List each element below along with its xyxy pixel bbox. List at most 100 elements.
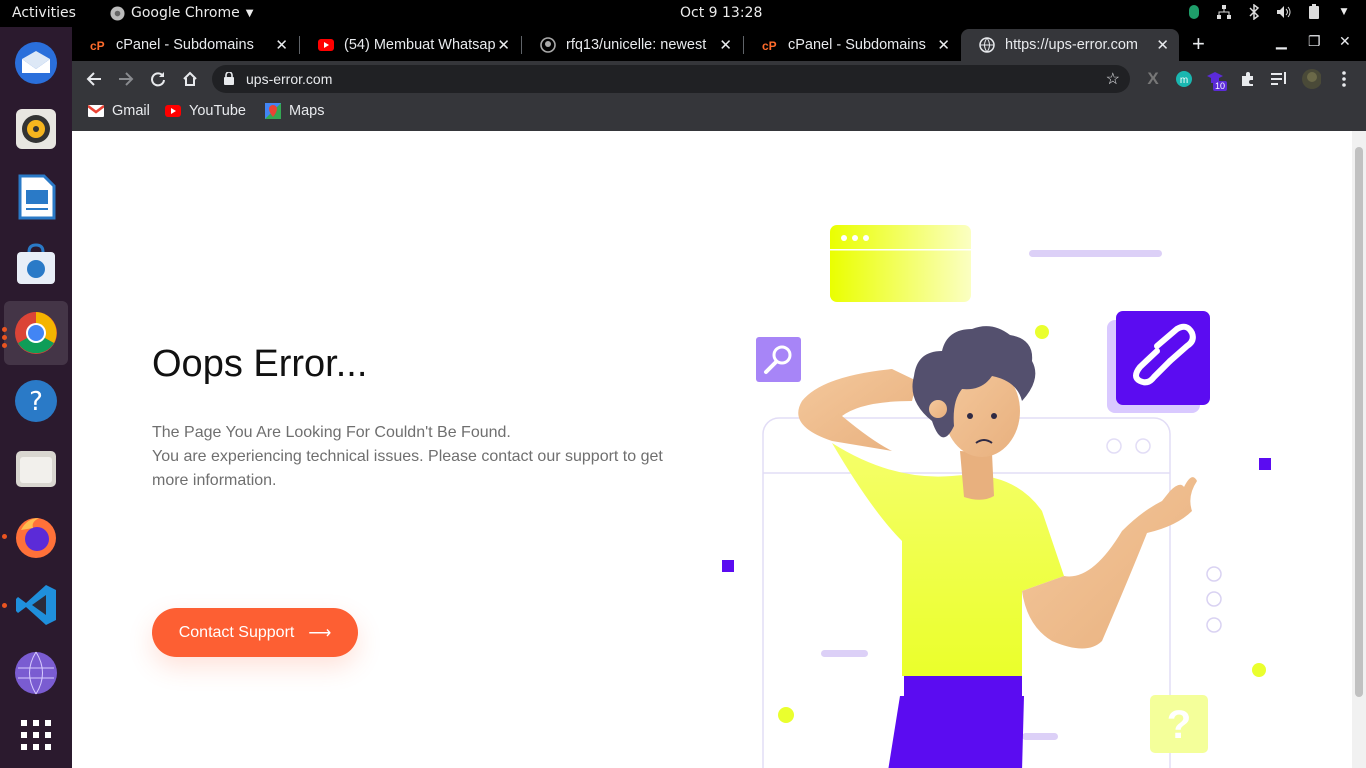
bookmark-youtube[interactable]: YouTube [165, 103, 246, 119]
chrome-dock-icon[interactable] [4, 301, 68, 365]
cpanel-icon: cP [762, 37, 778, 53]
minimize-icon[interactable]: ▁ [1276, 33, 1287, 50]
activities-button[interactable]: Activities [12, 5, 76, 21]
software-center-icon[interactable] [4, 233, 68, 297]
home-icon[interactable] [179, 68, 201, 90]
error-description: The Page You Are Looking For Couldn't Be… [152, 421, 692, 493]
bookmark-label: Maps [289, 103, 325, 119]
svg-text:cP: cP [90, 39, 105, 51]
svg-text:cP: cP [762, 39, 777, 51]
close-tab-icon[interactable]: ✕ [937, 36, 950, 54]
tab-title: cPanel - Subdomains [788, 37, 926, 53]
profile-avatar[interactable] [1301, 69, 1321, 89]
broken-link-icon [1116, 311, 1210, 405]
firefox-icon[interactable] [4, 505, 68, 569]
browser-toolbar: ups-error.com ☆ X m 10 [72, 61, 1366, 97]
thunderbird-icon[interactable] [4, 31, 68, 95]
description-line-1: The Page You Are Looking For Couldn't Be… [152, 424, 511, 441]
arrow-right-icon: ⟶ [308, 624, 332, 642]
github-icon [540, 37, 556, 53]
maps-icon [265, 103, 281, 119]
x-extension-icon[interactable]: X [1143, 69, 1163, 89]
bookmarks-bar: Gmail YouTube Maps [72, 97, 1366, 131]
battery-icon[interactable] [1306, 4, 1322, 20]
chrome-menu-icon[interactable] [1334, 69, 1354, 89]
extensions-puzzle-icon[interactable] [1238, 69, 1258, 89]
chrome-small-icon [110, 5, 125, 21]
extension-badge: 10 [1213, 81, 1228, 91]
youtube-icon [318, 37, 334, 53]
libreoffice-writer-icon[interactable] [4, 165, 68, 229]
running-indicator [2, 603, 7, 608]
files-icon[interactable] [4, 437, 68, 501]
search-icon [756, 337, 801, 382]
power-menu-icon[interactable]: ▼ [1336, 4, 1352, 20]
web-app-icon[interactable] [4, 641, 68, 705]
media-controls-icon[interactable] [1269, 69, 1289, 89]
globe-icon [979, 37, 995, 53]
page-title: Oops Error... [152, 343, 368, 385]
app-menu[interactable]: Google Chrome ▼ [110, 5, 253, 21]
tab-title: rfq13/unicelle: newest [566, 37, 707, 53]
tab-github-repo[interactable]: rfq13/unicelle: newest ✕ [522, 29, 742, 61]
gmail-icon [88, 105, 104, 117]
svg-text:m: m [1180, 75, 1188, 86]
contact-support-label: Contact Support [178, 623, 295, 641]
browser-window: cP cPanel - Subdomains ✕ (54) Membuat Wh… [72, 27, 1366, 131]
scrollbar-thumb[interactable] [1355, 147, 1363, 697]
close-tab-icon[interactable]: ✕ [497, 36, 510, 54]
show-applications-icon[interactable] [4, 703, 68, 767]
m-extension-icon[interactable]: m [1174, 69, 1194, 89]
address-bar[interactable]: ups-error.com ☆ [212, 65, 1130, 93]
running-indicator [2, 343, 7, 348]
tab-title: (54) Membuat Whatsap [344, 37, 496, 53]
tab-youtube-video[interactable]: (54) Membuat Whatsap ✕ [300, 29, 520, 61]
confused-person-illustration: ? [722, 225, 1271, 768]
cpanel-icon: cP [90, 37, 106, 53]
tab-strip: cP cPanel - Subdomains ✕ (54) Membuat Wh… [72, 27, 1366, 61]
close-tab-icon[interactable]: ✕ [719, 36, 732, 54]
bookmark-gmail[interactable]: Gmail [88, 103, 150, 119]
browser-window-card [830, 225, 971, 302]
extension-status-icon[interactable] [1186, 4, 1202, 20]
volume-icon[interactable] [1276, 4, 1292, 20]
chevron-down-icon: ▼ [245, 7, 254, 19]
system-top-bar: Activities Google Chrome ▼ Oct 9 13:28 ▼ [0, 0, 1366, 27]
tab-cpanel-subdomains-2[interactable]: cP cPanel - Subdomains ✕ [744, 29, 960, 61]
vscode-icon[interactable] [4, 573, 68, 637]
clock[interactable]: Oct 9 13:28 [680, 5, 762, 21]
system-tray[interactable]: ▼ [1186, 4, 1352, 20]
app-menu-label: Google Chrome [131, 5, 240, 21]
maximize-icon[interactable]: ❐ [1308, 33, 1321, 50]
tab-title: cPanel - Subdomains [116, 37, 254, 53]
bluetooth-icon[interactable] [1246, 4, 1262, 20]
tab-cpanel-subdomains[interactable]: cP cPanel - Subdomains ✕ [72, 29, 298, 61]
help-icon[interactable]: ? [4, 369, 68, 433]
close-tab-icon[interactable]: ✕ [275, 36, 288, 54]
tab-ups-error[interactable]: https://ups-error.com ✕ [961, 29, 1179, 61]
window-close-icon[interactable]: ✕ [1339, 33, 1351, 50]
network-icon[interactable] [1216, 4, 1232, 20]
tab-title: https://ups-error.com [1005, 37, 1138, 53]
forward-icon[interactable] [115, 68, 137, 90]
page-scrollbar[interactable] [1352, 131, 1366, 768]
bookmark-label: Gmail [112, 103, 150, 119]
bookmark-maps[interactable]: Maps [265, 103, 324, 119]
lock-icon[interactable] [224, 71, 234, 90]
question-mark: ? [1167, 703, 1191, 747]
decor-bar [1029, 250, 1162, 257]
new-tab-button[interactable]: + [1192, 31, 1205, 57]
bookmark-label: YouTube [189, 103, 246, 119]
url-text[interactable]: ups-error.com [246, 71, 332, 87]
reload-icon[interactable] [147, 68, 169, 90]
running-indicator [2, 534, 7, 539]
close-tab-icon[interactable]: ✕ [1156, 36, 1169, 54]
bookmark-star-icon[interactable]: ☆ [1106, 69, 1120, 89]
back-icon[interactable] [83, 68, 105, 90]
description-line-2: You are experiencing technical issues. P… [152, 448, 663, 489]
dock: ? [0, 27, 72, 768]
rhythmbox-icon[interactable] [4, 97, 68, 161]
contact-support-button[interactable]: Contact Support ⟶ [152, 608, 358, 657]
svg-text:?: ? [29, 387, 43, 417]
youtube-icon [165, 105, 181, 117]
